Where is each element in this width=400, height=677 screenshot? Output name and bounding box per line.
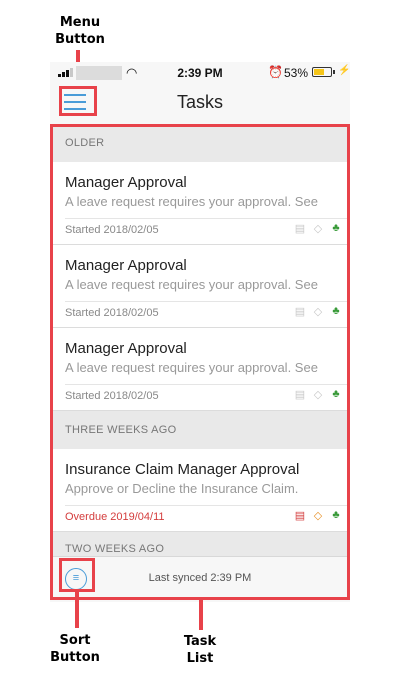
charging-icon: ⚡ [338,65,350,76]
task-list-callout-line2: List [186,651,214,666]
task-list-highlight [50,124,350,600]
sort-callout-line1: Sort [59,633,91,648]
task-list-callout: Task List [170,633,230,667]
alarm-icon: ⏰ [268,65,283,79]
menu-button-highlight [59,86,97,116]
sort-button-highlight [59,558,95,592]
battery-icon [312,67,335,77]
menu-button-callout: Menu Button [48,14,112,48]
menu-callout-line2: Button [55,32,105,47]
annotated-screenshot: Menu Button ◠ 2:39 PM ⏰ 53% ⚡ Tasks OLDE… [0,0,400,677]
status-bar: ◠ 2:39 PM ⏰ 53% ⚡ [50,62,350,84]
sort-callout-line2: Button [50,650,100,665]
battery-percent: 53% [284,66,309,80]
sort-button-callout: Sort Button [45,632,105,666]
task-list-callout-line1: Task [183,634,217,649]
task-list-callout-pointer [199,600,203,630]
sort-callout-pointer [75,592,79,628]
menu-callout-line1: Menu [59,15,101,30]
